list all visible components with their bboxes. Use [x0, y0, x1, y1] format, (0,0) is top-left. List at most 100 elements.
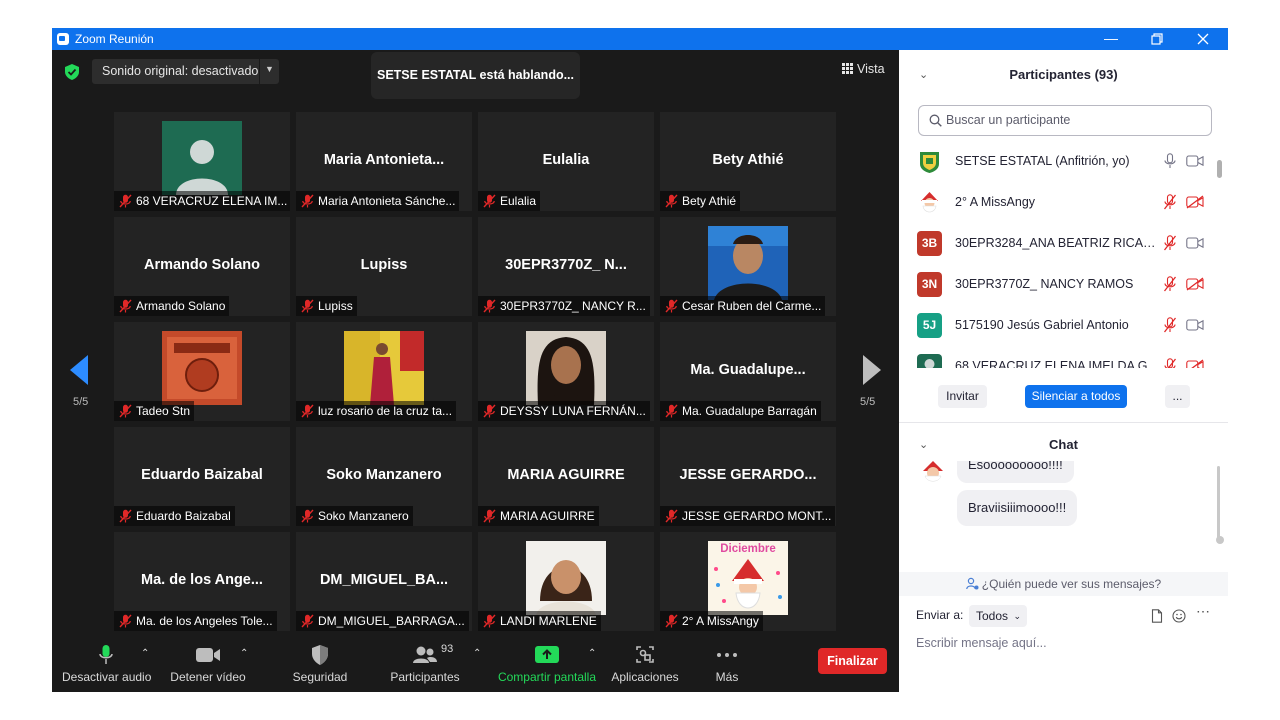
video-camera-icon[interactable]: [1186, 154, 1204, 168]
more-button[interactable]: Más: [707, 644, 747, 684]
participant-tile[interactable]: DM_MIGUEL_BA... DM_MIGUEL_BARRAGA...: [296, 532, 472, 631]
participant-tile[interactable]: Eduardo Baizabal Eduardo Baizabal: [114, 427, 290, 526]
tile-name-label: Eulalia: [478, 191, 541, 211]
video-camera-icon[interactable]: [1186, 236, 1204, 250]
side-panel: ⌄ Participantes (93) Buscar un participa…: [899, 50, 1228, 692]
audio-options-caret-icon[interactable]: ⌃: [141, 648, 149, 659]
encryption-shield-icon[interactable]: [65, 64, 79, 80]
participant-tile[interactable]: Ma. Guadalupe... Ma. Guadalupe Barragán: [660, 322, 836, 421]
participant-tile[interactable]: MARIA AGUIRRE MARIA AGUIRRE: [478, 427, 654, 526]
participants-scrollbar[interactable]: [1217, 160, 1222, 178]
chevron-down-icon[interactable]: ▼: [265, 64, 274, 74]
participant-tile[interactable]: Eulalia Eulalia: [478, 112, 654, 211]
apps-button[interactable]: Aplicaciones: [610, 644, 680, 684]
scrollbar-track: [1217, 466, 1220, 540]
participant-tile[interactable]: DEYSSY LUNA FERNÁN...: [478, 322, 654, 421]
avatar: 3N: [917, 272, 942, 297]
tile-participant-name: Armando Solano: [136, 299, 226, 313]
tile-display-name: Lupiss: [360, 257, 408, 273]
muted-microphone-icon[interactable]: [1163, 317, 1177, 333]
mute-all-button[interactable]: Silenciar a todos: [1025, 385, 1127, 408]
next-page-arrow-icon[interactable]: [863, 355, 881, 385]
participant-row[interactable]: 3B 30EPR3284_ANA BEATRIZ RICARDO...: [899, 224, 1217, 265]
tile-display-name: 30EPR3770Z_ N...: [505, 257, 627, 273]
minimize-button[interactable]: —: [1088, 28, 1134, 50]
participant-tile[interactable]: luz rosario de la cruz ta...: [296, 322, 472, 421]
participant-tile[interactable]: 30EPR3770Z_ N... 30EPR3770Z_ NANCY R...: [478, 217, 654, 316]
chat-panel-title: Chat: [1049, 437, 1078, 452]
participant-tile[interactable]: Diciembre 2° A MissAngy: [660, 532, 836, 631]
emoji-icon[interactable]: [1172, 609, 1186, 623]
video-off-icon[interactable]: [1186, 277, 1204, 291]
tile-display-name: Armando Solano: [143, 257, 260, 273]
muted-microphone-icon[interactable]: [1163, 358, 1177, 368]
microphone-icon[interactable]: [1163, 153, 1177, 169]
participant-row[interactable]: 5J 5175190 Jesús Gabriel Antonio: [899, 306, 1217, 347]
muted-microphone-icon[interactable]: [1163, 235, 1177, 251]
original-sound-button[interactable]: Sonido original: desactivado ▼: [92, 59, 279, 84]
muted-microphone-icon: [665, 404, 678, 418]
previous-page-arrow-icon[interactable]: [70, 355, 88, 385]
tile-participant-name: 68 VERACRUZ ELENA IM...: [136, 194, 288, 208]
meeting-area: Sonido original: desactivado ▼ SETSE EST…: [52, 50, 899, 692]
participants-options-caret-icon[interactable]: ⌃: [473, 648, 481, 659]
tile-name-label: DM_MIGUEL_BARRAGA...: [296, 611, 469, 631]
tile-participant-name: Cesar Ruben del Carme...: [682, 299, 822, 313]
participant-row[interactable]: 3N 30EPR3770Z_ NANCY RAMOS: [899, 265, 1217, 306]
participant-tile[interactable]: Armando Solano Armando Solano: [114, 217, 290, 316]
search-icon: [929, 114, 942, 127]
security-button[interactable]: Seguridad: [285, 644, 355, 684]
chat-scrollbar[interactable]: [1216, 466, 1224, 574]
chat-message: Esooooooooo!!!!: [957, 461, 1074, 483]
tile-name-label: LANDI MARLENE: [478, 611, 601, 631]
share-options-caret-icon[interactable]: ⌃: [588, 648, 596, 659]
who-can-see-link[interactable]: ¿Quién puede ver sus mensajes?: [899, 572, 1228, 596]
participant-tile[interactable]: JESSE GERARDO... JESSE GERARDO MONT...: [660, 427, 836, 526]
avatar: 5J: [917, 313, 942, 338]
tile-name-label: 2° A MissAngy: [660, 611, 763, 631]
participant-video: [162, 331, 242, 405]
participant-tile[interactable]: LANDI MARLENE: [478, 532, 654, 631]
participant-row[interactable]: 68 VERACRUZ ELENA IMELDA GO...: [899, 347, 1217, 368]
recipient-dropdown[interactable]: Todos ⌄: [969, 605, 1027, 627]
participant-tile[interactable]: Cesar Ruben del Carme...: [660, 217, 836, 316]
participant-tile[interactable]: Lupiss Lupiss: [296, 217, 472, 316]
avatar: [917, 149, 942, 174]
restore-button[interactable]: [1134, 28, 1180, 50]
chat-more-icon[interactable]: ⋯: [1196, 603, 1210, 620]
video-off-icon[interactable]: [1186, 359, 1204, 368]
tile-name-label: Lupiss: [296, 296, 357, 316]
participant-tile[interactable]: Bety Athié Bety Athié: [660, 112, 836, 211]
participant-row[interactable]: 2° A MissAngy: [899, 183, 1217, 224]
window-title: Zoom Reunión: [75, 32, 154, 46]
file-icon[interactable]: [1150, 609, 1164, 623]
muted-microphone-icon: [483, 509, 496, 523]
participant-tile[interactable]: Ma. de los Ange... Ma. de los Angeles Tol…: [114, 532, 290, 631]
chevron-down-icon: ⌄: [1013, 611, 1021, 621]
security-shield-icon: [312, 645, 328, 665]
video-camera-icon[interactable]: [1186, 318, 1204, 332]
participant-name: 2° A MissAngy: [955, 195, 1036, 209]
scrollbar-thumb[interactable]: [1216, 536, 1224, 544]
end-meeting-button[interactable]: Finalizar: [818, 648, 887, 674]
stop-video-button[interactable]: Detener vídeo: [165, 644, 251, 684]
mute-audio-button[interactable]: Desactivar audio: [62, 644, 151, 684]
share-screen-button[interactable]: Compartir pantalla: [495, 644, 599, 684]
close-button[interactable]: [1180, 28, 1226, 50]
participant-search-input[interactable]: Buscar un participante: [918, 105, 1212, 136]
video-off-icon[interactable]: [1186, 195, 1204, 209]
muted-microphone-icon[interactable]: [1163, 276, 1177, 292]
view-button[interactable]: Vista: [842, 62, 885, 76]
participants-more-button[interactable]: ...: [1165, 385, 1190, 408]
participant-tile[interactable]: Maria Antonieta... Maria Antonieta Sánche…: [296, 112, 472, 211]
participant-tile[interactable]: 68 VERACRUZ ELENA IM...: [114, 112, 290, 211]
video-options-caret-icon[interactable]: ⌃: [240, 648, 248, 659]
participant-tile[interactable]: Tadeo Stn: [114, 322, 290, 421]
person-privacy-icon: [965, 577, 979, 590]
chat-message-input[interactable]: Escribir mensaje aquí...: [916, 636, 1047, 650]
invite-button[interactable]: Invitar: [938, 385, 987, 408]
tile-name-label: JESSE GERARDO MONT...: [660, 506, 836, 526]
participant-tile[interactable]: Soko Manzanero Soko Manzanero: [296, 427, 472, 526]
muted-microphone-icon[interactable]: [1163, 194, 1177, 210]
participant-row[interactable]: SETSE ESTATAL (Anfitrión, yo): [899, 142, 1217, 183]
